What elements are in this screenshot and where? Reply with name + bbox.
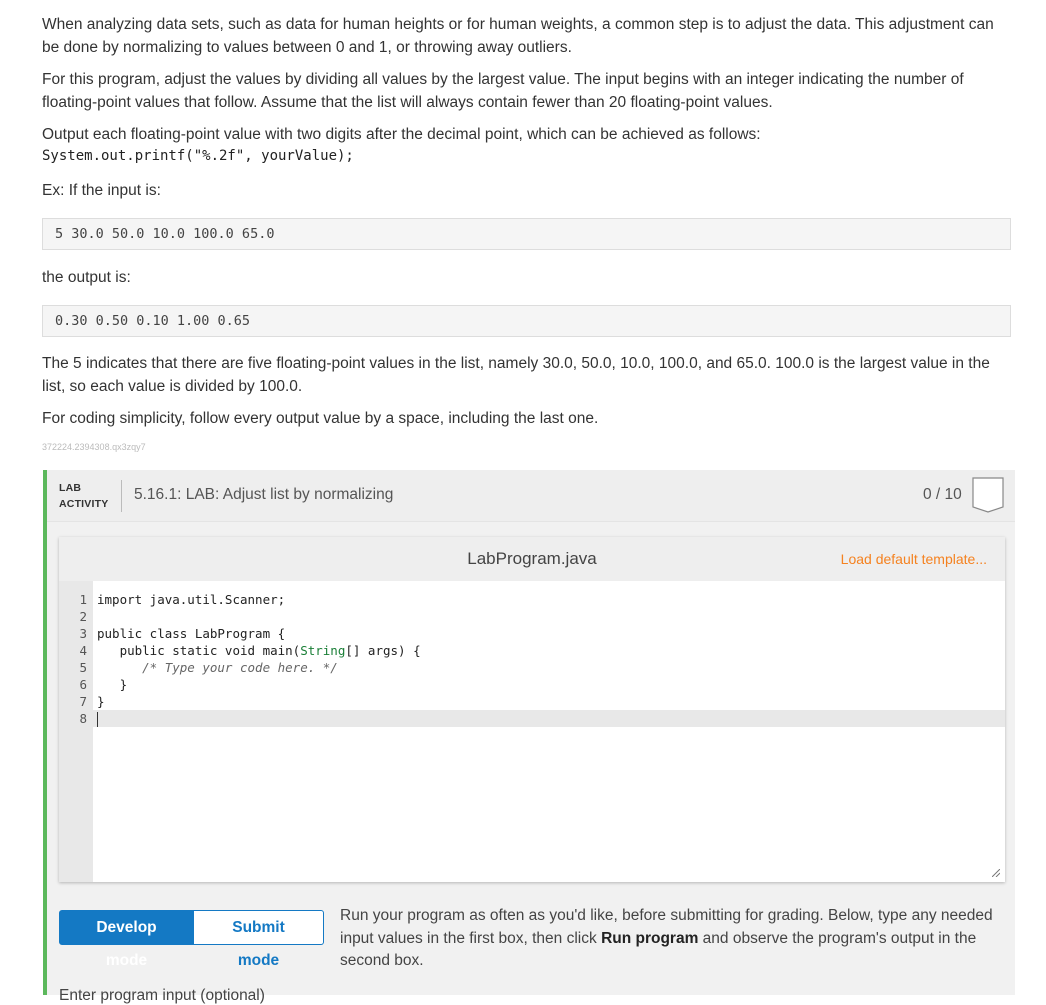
code-line[interactable]: 6 }	[59, 676, 1005, 693]
code-line-text: }	[97, 677, 128, 692]
mode-help-text: Run your program as often as you'd like,…	[340, 905, 1005, 973]
line-number: 3	[79, 626, 87, 641]
resize-handle-icon[interactable]	[992, 869, 1000, 877]
editor-toolbar: LabProgram.java Load default template...	[59, 537, 1005, 581]
lab-title: 5.16.1: LAB: Adjust list by normalizing	[134, 486, 394, 503]
task-paragraph: For this program, adjust the values by d…	[42, 71, 964, 111]
line-number: 4	[79, 643, 87, 658]
line-number: 8	[79, 711, 87, 726]
line-number: 2	[79, 609, 87, 624]
submit-mode-button[interactable]: Submit mode	[194, 910, 324, 969]
code-line[interactable]: 8	[59, 710, 1005, 727]
develop-mode-button[interactable]: Develop mode	[59, 910, 194, 969]
lab-tag-line2: ACTIVITY	[59, 498, 109, 510]
printf-code-snippet: System.out.printf("%.2f", yourValue);	[42, 148, 354, 164]
code-editor: LabProgram.java Load default template...…	[59, 537, 1005, 882]
header-divider	[121, 480, 122, 512]
line-number: 6	[79, 677, 87, 692]
simplicity-paragraph: For coding simplicity, follow every outp…	[42, 410, 599, 427]
code-line-text: /* Type your code here. */	[97, 660, 338, 675]
code-line-text: public class LabProgram {	[97, 626, 286, 641]
line-number: 5	[79, 660, 87, 675]
code-input-area[interactable]: 1 import java.util.Scanner; 2 3 public class…	[59, 581, 1005, 882]
completion-badge-icon	[972, 477, 1004, 513]
output-format-paragraph: Output each floating-point value with tw…	[42, 126, 761, 143]
code-line[interactable]: 5 /* Type your code here. */	[59, 659, 1005, 676]
lab-activity-tag: LAB ACTIVITY	[59, 480, 108, 512]
program-input-label: Enter program input (optional)	[59, 987, 265, 1004]
lab-tag-line1: LAB	[59, 482, 82, 494]
code-line-text: import java.util.Scanner;	[97, 592, 286, 607]
help-text-run-program: Run program	[601, 929, 699, 947]
example-input-box: 5 30.0 50.0 10.0 100.0 65.0	[42, 218, 1011, 250]
example-output-label: the output is:	[42, 269, 131, 286]
code-line-text: }	[97, 694, 105, 709]
example-input-label: Ex: If the input is:	[42, 182, 161, 199]
code-line[interactable]: 1 import java.util.Scanner;	[59, 591, 1005, 608]
lab-header: LAB ACTIVITY 5.16.1: LAB: Adjust list by…	[47, 470, 1015, 522]
text-cursor	[97, 712, 98, 727]
load-default-template-link[interactable]: Load default template...	[841, 551, 987, 567]
mode-toggle: Develop mode Submit mode	[59, 910, 324, 969]
intro-paragraph: When analyzing data sets, such as data f…	[42, 16, 994, 56]
explanation-paragraph: The 5 indicates that there are five floa…	[42, 355, 990, 395]
code-line-text	[97, 710, 98, 727]
code-line[interactable]: 3 public class LabProgram {	[59, 625, 1005, 642]
line-number: 1	[79, 592, 87, 607]
code-line[interactable]: 4 public static void main(String[] args)…	[59, 642, 1005, 659]
code-line-text: public static void main(String[] args) {	[97, 643, 421, 658]
code-line[interactable]: 2	[59, 608, 1005, 625]
content-id: 372224.2394308.qx3zqy7	[42, 442, 146, 452]
example-output-box: 0.30 0.50 0.10 1.00 0.65	[42, 305, 1011, 337]
code-line[interactable]: 7}	[59, 693, 1005, 710]
lab-score: 0 / 10	[923, 486, 962, 503]
line-number: 7	[79, 694, 87, 709]
lab-activity-panel: LAB ACTIVITY 5.16.1: LAB: Adjust list by…	[43, 470, 1015, 1004]
